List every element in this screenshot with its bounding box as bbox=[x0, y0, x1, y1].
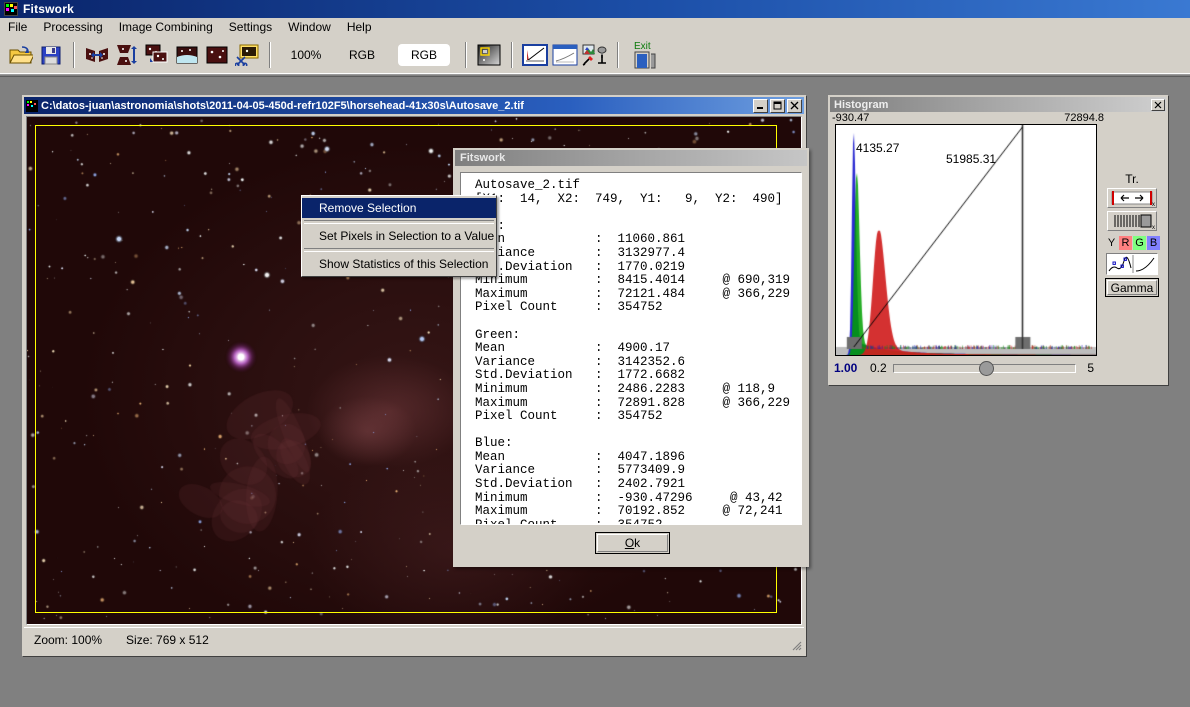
histogram-window-icon[interactable] bbox=[522, 42, 548, 68]
svg-text:x: x bbox=[1152, 202, 1155, 207]
fitswork-logo-icon bbox=[4, 2, 18, 16]
app-title: Fitswork bbox=[23, 2, 74, 16]
toolbar-separator-3 bbox=[465, 42, 467, 68]
ok-accel-letter: O bbox=[624, 536, 635, 550]
context-menu-item-show-statistics[interactable]: Show Statistics of this Selection bbox=[302, 254, 496, 274]
menubar: File Processing Image Combining Settings… bbox=[0, 18, 1190, 36]
histogram-max-label: 72894.8 bbox=[1064, 112, 1104, 124]
gamma-button-label: Gamma bbox=[1110, 280, 1154, 295]
histogram-annotation-left: 4135.27 bbox=[856, 141, 900, 155]
histogram-titlebar[interactable]: Histogram bbox=[830, 97, 1166, 112]
grayscale-preview-icon[interactable] bbox=[476, 42, 502, 68]
channel-toggle-g[interactable]: G bbox=[1133, 236, 1146, 250]
zoom-level-button[interactable]: 100% bbox=[286, 44, 326, 66]
gamma-value: 1.00 bbox=[834, 361, 858, 375]
context-menu-item-set-pixels[interactable]: Set Pixels in Selection to a Value bbox=[302, 226, 496, 246]
toolbar-separator-2 bbox=[269, 42, 271, 68]
close-icon[interactable] bbox=[1151, 98, 1165, 111]
svg-text:Exit: Exit bbox=[634, 41, 651, 52]
gamma-slider-thumb[interactable] bbox=[978, 360, 994, 376]
context-menu-separator-2 bbox=[304, 248, 494, 252]
context-menu-separator-1 bbox=[304, 220, 494, 224]
histogram-controls: Tr. x x Y R G B Gamma bbox=[1102, 172, 1162, 297]
background-gradient-icon[interactable] bbox=[174, 42, 200, 68]
resize-grip[interactable] bbox=[790, 639, 802, 651]
crop-scissors-icon[interactable] bbox=[234, 42, 260, 68]
statistics-dialog-titlebar[interactable]: Fitswork bbox=[455, 150, 807, 166]
channel-toggle-b[interactable]: B bbox=[1147, 236, 1160, 250]
channel-toggle-y[interactable]: Y bbox=[1105, 236, 1118, 250]
fitswork-logo-icon bbox=[26, 99, 38, 112]
statistics-text: Autosave_2.tif [X1: 14, X2: 749, Y1: 9, … bbox=[475, 178, 791, 525]
menu-item-settings[interactable]: Settings bbox=[221, 19, 280, 35]
gamma-min-label: 0.2 bbox=[870, 361, 887, 375]
toolbar: 100% RGB RGB Exit bbox=[0, 36, 1190, 74]
toolbar-divider bbox=[0, 73, 1190, 75]
menu-item-processing[interactable]: Processing bbox=[35, 19, 110, 35]
menu-item-window[interactable]: Window bbox=[280, 19, 339, 35]
duplicate-image-icon[interactable] bbox=[144, 42, 170, 68]
transfer-label: Tr. bbox=[1125, 172, 1139, 186]
menu-item-help[interactable]: Help bbox=[339, 19, 380, 35]
channel-toggle-r[interactable]: R bbox=[1119, 236, 1132, 250]
histogram-window: Histogram -930.47 72894.8 4135.27 51985.… bbox=[828, 95, 1168, 385]
toolbar-separator-5 bbox=[617, 42, 619, 68]
exit-button[interactable]: Exit bbox=[628, 41, 662, 69]
statistics-textbox[interactable]: Autosave_2.tif [X1: 14, X2: 749, Y1: 9, … bbox=[460, 172, 802, 525]
mirror-horizontal-icon[interactable] bbox=[84, 42, 110, 68]
histogram-channel-toggles: Y R G B bbox=[1104, 236, 1160, 250]
menu-item-image-combining[interactable]: Image Combining bbox=[111, 19, 221, 35]
maximize-button[interactable] bbox=[770, 98, 785, 113]
histogram-equalize-button[interactable]: x bbox=[1107, 211, 1157, 231]
context-menu: Remove Selection Set Pixels in Selection… bbox=[301, 195, 497, 277]
toolbar-separator-1 bbox=[73, 42, 75, 68]
toolbar-separator-4 bbox=[511, 42, 513, 68]
close-button[interactable] bbox=[787, 98, 802, 113]
ok-button[interactable]: Ok bbox=[595, 532, 670, 554]
mirror-vertical-icon[interactable] bbox=[114, 42, 140, 68]
curves-window-icon[interactable] bbox=[552, 42, 578, 68]
rgb-mode-button[interactable]: RGB bbox=[342, 44, 382, 66]
menu-item-file[interactable]: File bbox=[0, 19, 35, 35]
histogram-min-label: -930.47 bbox=[832, 112, 870, 124]
stack-images-icon[interactable] bbox=[204, 42, 230, 68]
save-disk-icon[interactable] bbox=[38, 42, 64, 68]
status-size: Size: 769 x 512 bbox=[126, 633, 209, 647]
status-zoom: Zoom: 100% bbox=[34, 633, 103, 647]
color-picker-icon[interactable] bbox=[582, 42, 608, 68]
gamma-button[interactable]: Gamma bbox=[1105, 278, 1159, 297]
open-folder-icon[interactable] bbox=[8, 42, 34, 68]
context-menu-item-remove-selection[interactable]: Remove Selection bbox=[302, 198, 496, 218]
statistics-dialog-title: Fitswork bbox=[460, 152, 506, 164]
image-statusbar: Zoom: 100% Size: 769 x 512 bbox=[24, 627, 804, 652]
histogram-annotation-right: 51985.31 bbox=[946, 152, 997, 166]
svg-text:x: x bbox=[1152, 225, 1155, 230]
ok-rest-letter: k bbox=[634, 536, 641, 550]
gamma-max-label: 5 bbox=[1087, 361, 1094, 375]
app-titlebar: Fitswork bbox=[0, 0, 1190, 18]
gamma-slider-row: 1.00 0.2 5 bbox=[834, 359, 1096, 377]
histogram-plot[interactable]: 4135.27 51985.31 bbox=[835, 124, 1097, 356]
statistics-dialog: Fitswork Autosave_2.tif [X1: 14, X2: 749… bbox=[453, 148, 809, 567]
gamma-slider[interactable] bbox=[892, 360, 1076, 376]
histogram-title: Histogram bbox=[834, 98, 889, 111]
image-window-title: C:\datos-juan\astronomia\shots\2011-04-0… bbox=[41, 99, 524, 112]
minimize-button[interactable] bbox=[753, 98, 768, 113]
rgb-view-button[interactable]: RGB bbox=[398, 44, 450, 66]
curve-editor-button[interactable] bbox=[1106, 253, 1158, 275]
image-window-titlebar[interactable]: C:\datos-juan\astronomia\shots\2011-04-0… bbox=[24, 97, 804, 114]
range-stretch-button[interactable]: x bbox=[1107, 188, 1157, 208]
